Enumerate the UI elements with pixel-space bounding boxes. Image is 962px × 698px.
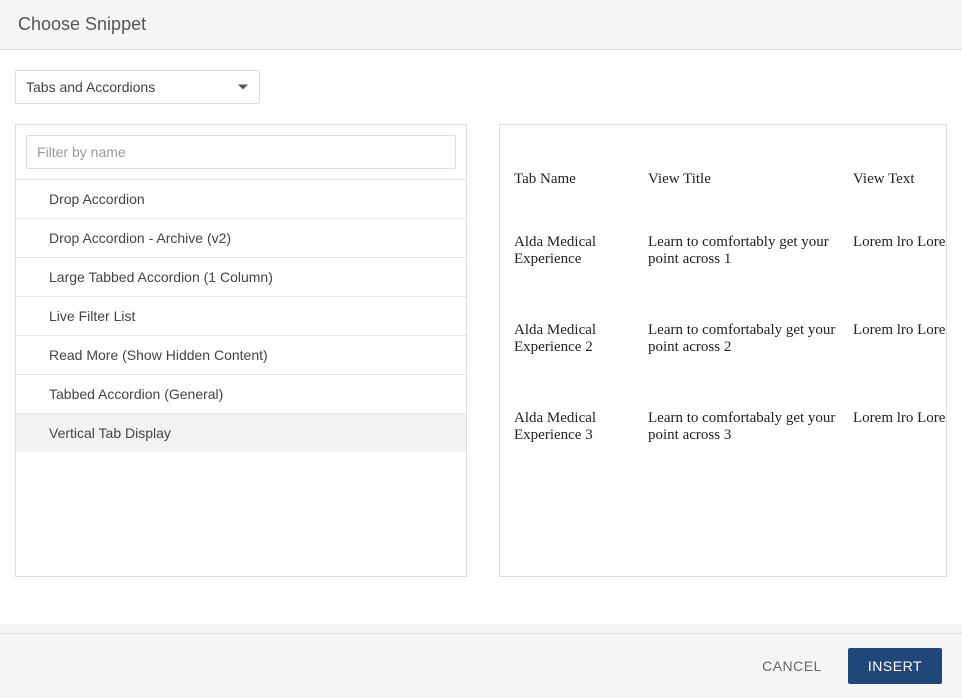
dialog-header: Choose Snippet <box>0 0 962 50</box>
cell-view-text: Lorem lro Lorem lro <box>845 308 946 396</box>
preview-heading: Ald <box>500 125 946 157</box>
filter-input[interactable] <box>26 135 456 169</box>
col-header-view-text: View Text <box>845 157 946 220</box>
cell-tab-name: Alda Medical Experience <box>500 220 640 308</box>
col-header-tab-name: Tab Name <box>500 157 640 220</box>
snippet-item-selected[interactable]: Vertical Tab Display <box>16 413 466 452</box>
preview-table: Tab Name View Title View Text Alda Medic… <box>500 157 946 484</box>
preview-panel: Ald Tab Name View Title View Text Alda M… <box>499 124 947 577</box>
table-row: Alda Medical Experience 2 Learn to comfo… <box>500 308 946 396</box>
col-header-view-title: View Title <box>640 157 845 220</box>
table-row: Alda Medical Experience 3 Learn to comfo… <box>500 396 946 484</box>
filter-wrapper <box>16 125 466 179</box>
snippet-item[interactable]: Drop Accordion <box>16 179 466 218</box>
cell-view-title: Learn to comfortabaly get your point acr… <box>640 308 845 396</box>
dialog-title: Choose Snippet <box>18 14 944 35</box>
snippet-item[interactable]: Read More (Show Hidden Content) <box>16 335 466 374</box>
cell-tab-name: Alda Medical Experience 3 <box>500 396 640 484</box>
list-spacer <box>16 452 466 566</box>
panels-row: Drop Accordion Drop Accordion - Archive … <box>15 124 947 577</box>
dialog-content: Tabs and Accordions Drop Accordion Drop … <box>0 50 962 624</box>
cell-view-title: Learn to comfortabaly get your point acr… <box>640 396 845 484</box>
snippet-list: Drop Accordion Drop Accordion - Archive … <box>16 179 466 452</box>
preview-scroll-area[interactable]: Ald Tab Name View Title View Text Alda M… <box>500 125 946 576</box>
cancel-button[interactable]: CANCEL <box>758 650 826 682</box>
cell-view-text: Lorem lro Lorem lro <box>845 220 946 308</box>
snippet-list-panel: Drop Accordion Drop Accordion - Archive … <box>15 124 467 577</box>
cell-view-text: Lorem lro Lorem lro <box>845 396 946 484</box>
cell-tab-name: Alda Medical Experience 2 <box>500 308 640 396</box>
snippet-item[interactable]: Large Tabbed Accordion (1 Column) <box>16 257 466 296</box>
category-select[interactable]: Tabs and Accordions <box>15 70 260 104</box>
snippet-item[interactable]: Tabbed Accordion (General) <box>16 374 466 413</box>
snippet-item[interactable]: Live Filter List <box>16 296 466 335</box>
insert-button[interactable]: INSERT <box>848 648 942 684</box>
preview-content: Ald Tab Name View Title View Text Alda M… <box>500 125 946 484</box>
table-header-row: Tab Name View Title View Text <box>500 157 946 220</box>
cell-view-title: Learn to comfortably get your point acro… <box>640 220 845 308</box>
table-row: Alda Medical Experience Learn to comfort… <box>500 220 946 308</box>
dialog-footer: CANCEL INSERT <box>0 633 962 698</box>
category-select-wrapper: Tabs and Accordions <box>15 70 260 104</box>
snippet-item[interactable]: Drop Accordion - Archive (v2) <box>16 218 466 257</box>
